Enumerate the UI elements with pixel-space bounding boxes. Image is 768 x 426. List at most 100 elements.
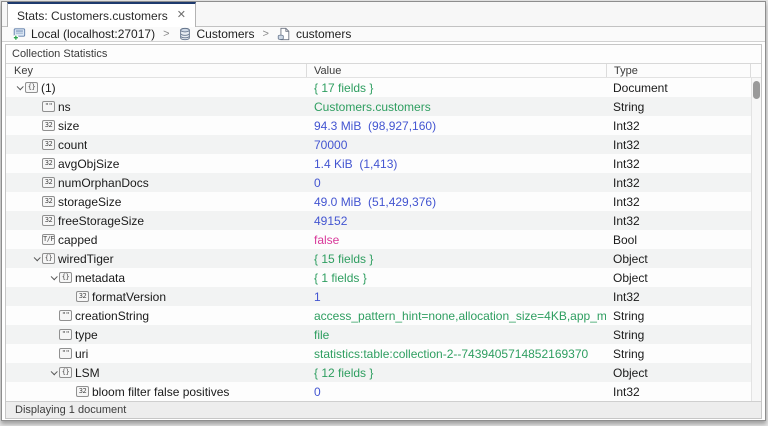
type-cell: String bbox=[606, 328, 761, 342]
breadcrumb-separator: > bbox=[263, 28, 269, 40]
type-cell: Int32 bbox=[606, 290, 761, 304]
chevron-down-icon[interactable] bbox=[31, 256, 42, 261]
breadcrumb-collection[interactable]: customers bbox=[277, 27, 351, 41]
int-type-icon: 32 bbox=[42, 177, 55, 188]
string-type-icon: "" bbox=[59, 310, 72, 321]
type-cell: Int32 bbox=[606, 176, 761, 190]
table-row[interactable]: {}metadata{ 1 fields }Object bbox=[6, 268, 761, 287]
stats-table-body: {}(1){ 17 fields }Document""nsCustomers.… bbox=[6, 78, 761, 401]
int-type-icon: 32 bbox=[42, 120, 55, 131]
int-type-icon: 32 bbox=[42, 139, 55, 150]
table-row[interactable]: {}wiredTiger{ 15 fields }Object bbox=[6, 249, 761, 268]
table-row[interactable]: 32bloom filter false positives0Int32 bbox=[6, 382, 761, 401]
key-cell: 32storageSize bbox=[6, 195, 306, 209]
key-label: uri bbox=[75, 347, 88, 361]
key-label: (1) bbox=[41, 81, 56, 95]
string-type-icon: "" bbox=[42, 101, 55, 112]
key-label: storageSize bbox=[58, 195, 121, 209]
type-cell: Int32 bbox=[606, 385, 761, 399]
content-area: Collection Statistics Key Value Type {}(… bbox=[2, 42, 765, 421]
breadcrumb-separator: > bbox=[163, 28, 169, 40]
database-icon bbox=[178, 27, 192, 41]
key-cell: ""type bbox=[6, 328, 306, 342]
key-cell: 32freeStorageSize bbox=[6, 214, 306, 228]
key-label: freeStorageSize bbox=[58, 214, 144, 228]
app-window: Stats: Customers.customers ✕ Local (loca… bbox=[1, 1, 766, 421]
table-row[interactable]: 32freeStorageSize49152Int32 bbox=[6, 211, 761, 230]
type-cell: Object bbox=[606, 271, 761, 285]
column-header-type[interactable]: Type bbox=[606, 64, 751, 77]
table-row[interactable]: 32numOrphanDocs0Int32 bbox=[6, 173, 761, 192]
string-type-icon: "" bbox=[59, 348, 72, 359]
key-cell: 32avgObjSize bbox=[6, 157, 306, 171]
key-label: size bbox=[58, 119, 79, 133]
vertical-scrollbar[interactable] bbox=[751, 78, 761, 401]
key-cell: 32bloom filter false positives bbox=[6, 385, 306, 399]
table-row[interactable]: 32size94.3 MiB (98,927,160)Int32 bbox=[6, 116, 761, 135]
table-row[interactable]: 32storageSize49.0 MiB (51,429,376)Int32 bbox=[6, 192, 761, 211]
type-cell: Int32 bbox=[606, 195, 761, 209]
tab-stats[interactable]: Stats: Customers.customers ✕ bbox=[7, 2, 196, 27]
value-cell: { 12 fields } bbox=[306, 366, 606, 380]
table-row[interactable]: {}LSM{ 12 fields }Object bbox=[6, 363, 761, 382]
status-bar: Displaying 1 document bbox=[6, 401, 761, 418]
table-header: Key Value Type bbox=[6, 64, 761, 78]
key-label: creationString bbox=[75, 309, 149, 323]
column-header-value[interactable]: Value bbox=[306, 64, 606, 77]
int-type-icon: 32 bbox=[42, 215, 55, 226]
table-row[interactable]: T/FcappedfalseBool bbox=[6, 230, 761, 249]
chevron-down-icon[interactable] bbox=[48, 370, 59, 375]
key-label: type bbox=[75, 328, 98, 342]
table-row[interactable]: ""typefileString bbox=[6, 325, 761, 344]
key-label: bloom filter false positives bbox=[92, 385, 229, 399]
type-cell: Object bbox=[606, 366, 761, 380]
key-label: LSM bbox=[75, 366, 100, 380]
key-label: wiredTiger bbox=[58, 252, 114, 266]
object-type-icon: {} bbox=[59, 272, 72, 283]
status-text: Displaying 1 document bbox=[15, 404, 126, 416]
key-label: capped bbox=[58, 233, 97, 247]
column-header-key[interactable]: Key bbox=[6, 64, 306, 77]
value-cell: { 17 fields } bbox=[306, 81, 606, 95]
value-cell: false bbox=[306, 233, 606, 247]
chevron-down-icon[interactable] bbox=[48, 275, 59, 280]
value-cell: 1.4 KiB (1,413) bbox=[306, 157, 606, 171]
section-title: Collection Statistics bbox=[6, 45, 761, 64]
key-label: avgObjSize bbox=[58, 157, 119, 171]
int-type-icon: 32 bbox=[76, 291, 89, 302]
object-type-icon: {} bbox=[42, 253, 55, 264]
table-row[interactable]: 32avgObjSize1.4 KiB (1,413)Int32 bbox=[6, 154, 761, 173]
value-cell: file bbox=[306, 328, 606, 342]
key-label: metadata bbox=[75, 271, 125, 285]
chevron-down-icon[interactable] bbox=[14, 85, 25, 90]
table-row[interactable]: ""creationStringaccess_pattern_hint=none… bbox=[6, 306, 761, 325]
value-cell: 0 bbox=[306, 385, 606, 399]
table-row[interactable]: {}(1){ 17 fields }Document bbox=[6, 78, 761, 97]
table-row[interactable]: ""nsCustomers.customersString bbox=[6, 97, 761, 116]
key-cell: 32formatVersion bbox=[6, 290, 306, 304]
key-cell: {}wiredTiger bbox=[6, 252, 306, 266]
value-cell: 49.0 MiB (51,429,376) bbox=[306, 195, 606, 209]
value-cell: Customers.customers bbox=[306, 100, 606, 114]
key-cell: 32size bbox=[6, 119, 306, 133]
breadcrumb-connection[interactable]: Local (localhost:27017) bbox=[12, 27, 155, 41]
scrollbar-thumb[interactable] bbox=[753, 81, 760, 99]
table-row[interactable]: 32count70000Int32 bbox=[6, 135, 761, 154]
key-label: count bbox=[58, 138, 87, 152]
value-cell: 70000 bbox=[306, 138, 606, 152]
table-row[interactable]: 32formatVersion1Int32 bbox=[6, 287, 761, 306]
key-cell: 32count bbox=[6, 138, 306, 152]
key-cell: T/Fcapped bbox=[6, 233, 306, 247]
key-label: numOrphanDocs bbox=[58, 176, 149, 190]
string-type-icon: "" bbox=[59, 329, 72, 340]
server-icon bbox=[12, 27, 26, 41]
table-row[interactable]: ""uristatistics:table:collection-2--7439… bbox=[6, 344, 761, 363]
type-cell: Int32 bbox=[606, 119, 761, 133]
int-type-icon: 32 bbox=[76, 386, 89, 397]
close-icon[interactable]: ✕ bbox=[177, 10, 186, 21]
breadcrumb-collection-label: customers bbox=[296, 27, 351, 41]
value-cell: 49152 bbox=[306, 214, 606, 228]
value-cell: 94.3 MiB (98,927,160) bbox=[306, 119, 606, 133]
object-type-icon: {} bbox=[25, 82, 38, 93]
breadcrumb-database[interactable]: Customers bbox=[178, 27, 255, 41]
